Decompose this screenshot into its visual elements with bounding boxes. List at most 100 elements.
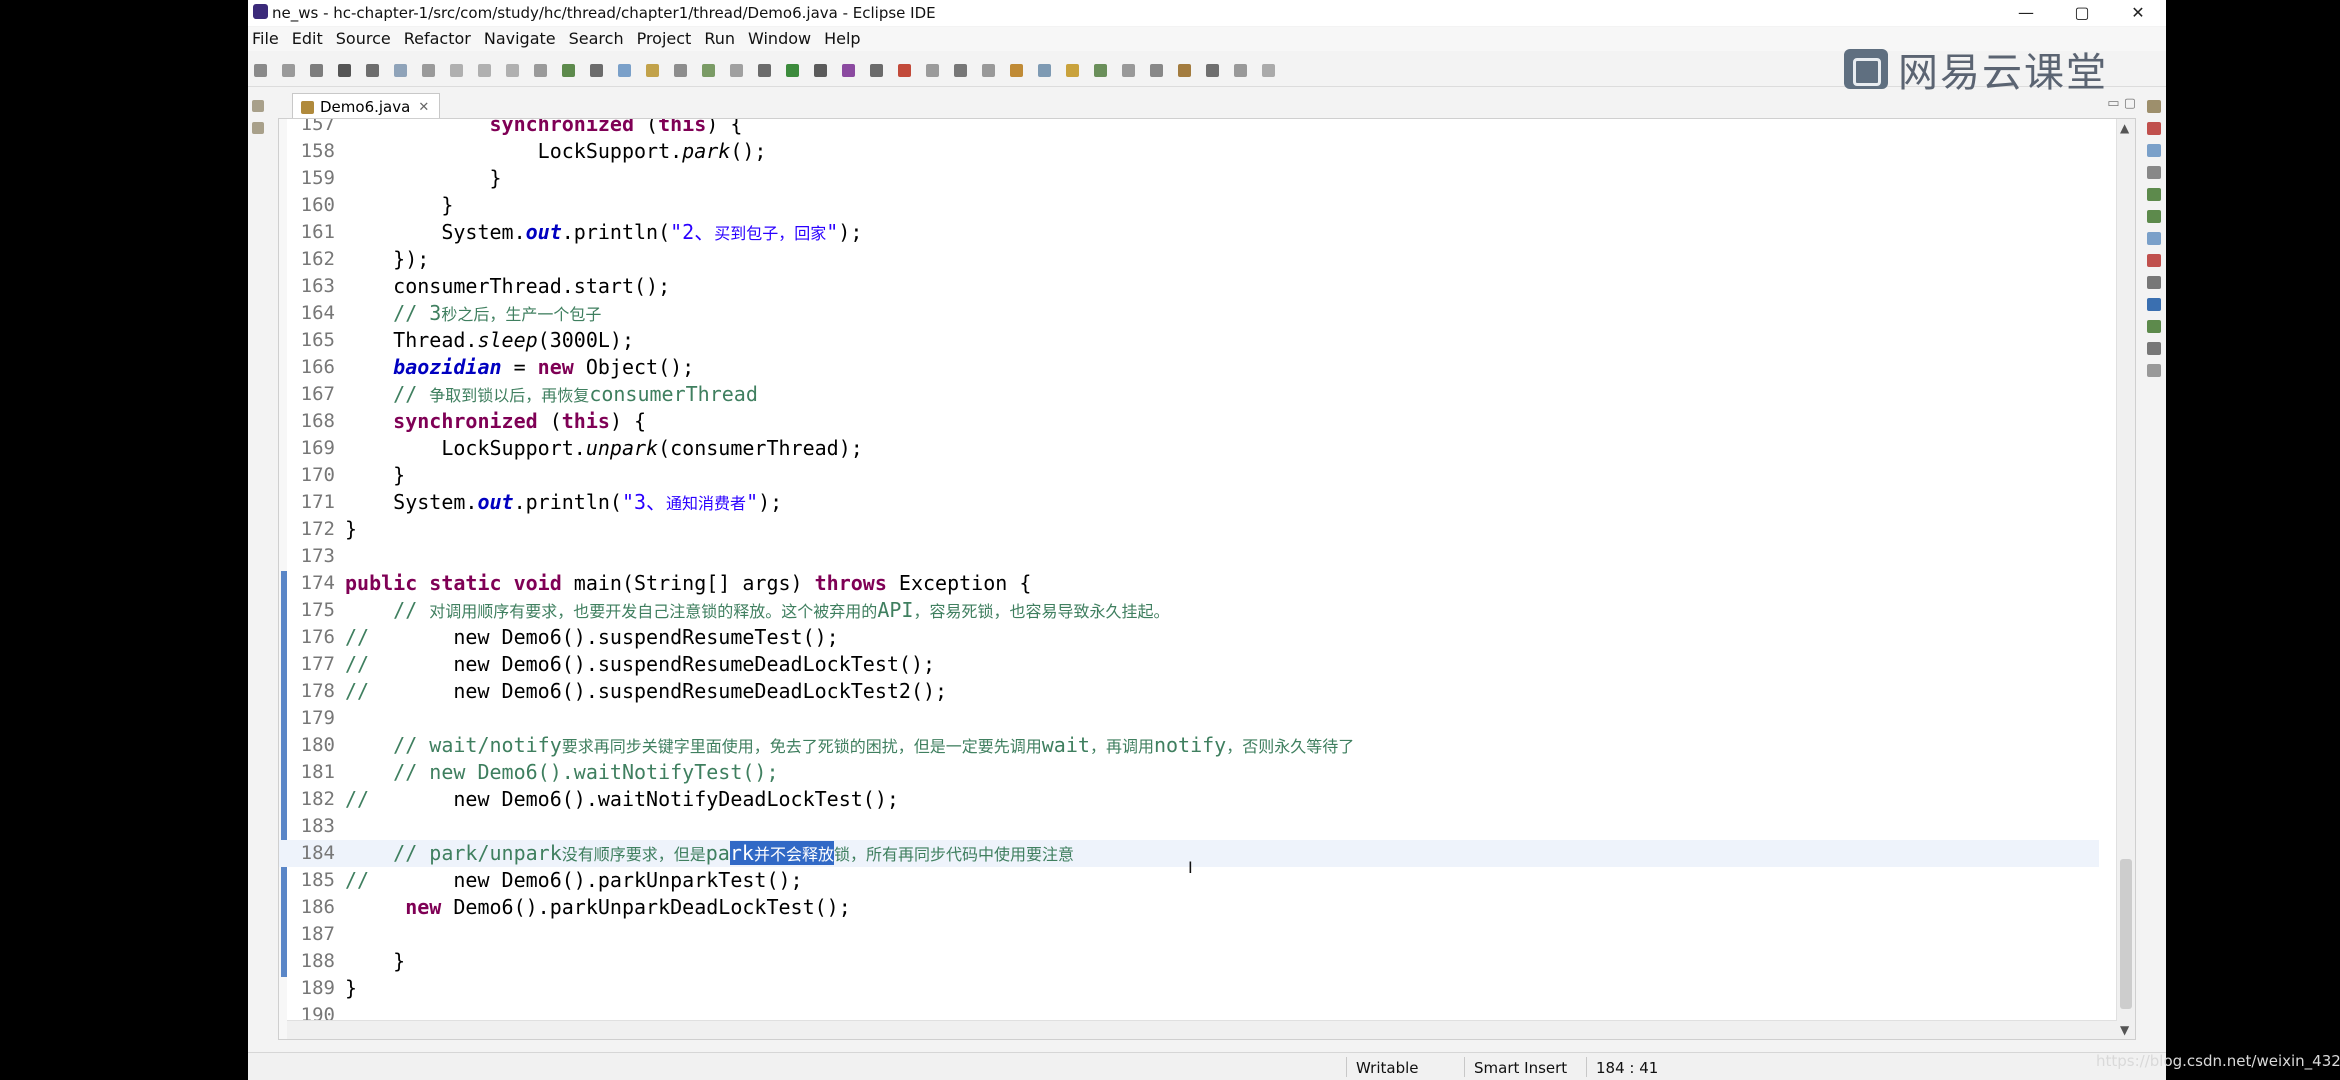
editor-minmax-controls[interactable]: ▭ ▢	[2107, 96, 2136, 111]
code-line-162[interactable]: 162 });	[279, 246, 2099, 273]
toolbar-icon[interactable]	[842, 64, 855, 77]
view-shortcut-icon[interactable]	[2147, 320, 2161, 333]
code-line-163[interactable]: 163 consumerThread.start();	[279, 273, 2099, 300]
code-line-178[interactable]: 178 // new Demo6().suspendResumeDeadLockT…	[279, 678, 2099, 705]
menu-search[interactable]: Search	[569, 27, 624, 51]
toolbar-icon[interactable]	[1234, 64, 1247, 77]
code-line-175[interactable]: 175 // 对调用顺序有要求，也要开发自己注意锁的释放。这个被弃用的API，容…	[279, 597, 2099, 624]
toolbar-icon[interactable]	[926, 64, 939, 77]
toolbar-icon[interactable]	[1094, 64, 1107, 77]
view-shortcut-icon[interactable]	[2147, 100, 2161, 113]
menu-run[interactable]: Run	[704, 27, 735, 51]
view-shortcut-icon[interactable]	[2147, 144, 2161, 157]
code-line-165[interactable]: 165 Thread.sleep(3000L);	[279, 327, 2099, 354]
view-shortcut-icon[interactable]	[2147, 122, 2161, 135]
toolbar-icon[interactable]	[1206, 64, 1219, 77]
view-shortcut-icon[interactable]	[2147, 166, 2161, 179]
toolbar-icon[interactable]	[310, 64, 323, 77]
toolbar-icon[interactable]	[338, 64, 351, 77]
close-button[interactable]: ✕	[2110, 0, 2166, 26]
toolbar-icon[interactable]	[814, 64, 827, 77]
code-line-168[interactable]: 168 synchronized (this) {	[279, 408, 2099, 435]
code-line-183[interactable]: 183	[279, 813, 2099, 840]
code-line-159[interactable]: 159 }	[279, 165, 2099, 192]
view-shortcut-icon[interactable]	[2147, 342, 2161, 355]
toolbar-icon[interactable]	[1010, 64, 1023, 77]
toolbar-icon[interactable]	[1178, 64, 1191, 77]
code-line-161[interactable]: 161 System.out.println("2、买到包子，回家");	[279, 219, 2099, 246]
toolbar-icon[interactable]	[982, 64, 995, 77]
toolbar-icon[interactable]	[562, 64, 575, 77]
horizontal-scrollbar[interactable]	[287, 1020, 2117, 1039]
menu-edit[interactable]: Edit	[292, 27, 323, 51]
code-line-189[interactable]: 189}	[279, 975, 2099, 1002]
code-line-164[interactable]: 164 // 3秒之后，生产一个包子	[279, 300, 2099, 327]
code-line-186[interactable]: 186 new Demo6().parkUnparkDeadLockTest()…	[279, 894, 2099, 921]
maximize-button[interactable]: ▢	[2054, 0, 2110, 26]
code-line-171[interactable]: 171 System.out.println("3、通知消费者");	[279, 489, 2099, 516]
code-line-187[interactable]: 187	[279, 921, 2099, 948]
menu-file[interactable]: File	[252, 27, 279, 51]
toolbar-icon[interactable]	[758, 64, 771, 77]
package-explorer-icon[interactable]	[252, 100, 264, 112]
toolbar-icon[interactable]	[730, 64, 743, 77]
toolbar-icon[interactable]	[590, 64, 603, 77]
toolbar-icon[interactable]	[1066, 64, 1079, 77]
scrollbar-thumb[interactable]	[2120, 859, 2132, 1009]
code-line-174[interactable]: 174 public static void main(String[] args…	[279, 570, 2099, 597]
code-editor[interactable]: 157 synchronized (this) {158 LockSupport…	[278, 118, 2136, 1040]
code-line-173[interactable]: 173	[279, 543, 2099, 570]
toolbar-icon[interactable]	[422, 64, 435, 77]
code-line-181[interactable]: 181 // new Demo6().waitNotifyTest();	[279, 759, 2099, 786]
code-line-169[interactable]: 169 LockSupport.unpark(consumerThread);	[279, 435, 2099, 462]
toolbar-icon[interactable]	[870, 64, 883, 77]
view-shortcut-icon[interactable]	[2147, 188, 2161, 201]
menu-project[interactable]: Project	[637, 27, 692, 51]
scroll-down-icon[interactable]: ▼	[2120, 1023, 2129, 1037]
toolbar-icon[interactable]	[534, 64, 547, 77]
minimize-button[interactable]: —	[1998, 0, 2054, 26]
code-line-180[interactable]: 180 // wait/notify要求再同步关键字里面使用，免去了死锁的困扰，…	[279, 732, 2099, 759]
menu-refactor[interactable]: Refactor	[404, 27, 471, 51]
code-line-182[interactable]: 182 // new Demo6().waitNotifyDeadLockTest…	[279, 786, 2099, 813]
code-line-160[interactable]: 160 }	[279, 192, 2099, 219]
view-shortcut-icon[interactable]	[2147, 254, 2161, 267]
editor-tab-demo6[interactable]: Demo6.java ✕	[292, 93, 441, 120]
toolbar-icon[interactable]	[366, 64, 379, 77]
close-tab-icon[interactable]: ✕	[418, 100, 429, 115]
code-line-167[interactable]: 167 // 争取到锁以后，再恢复consumerThread	[279, 381, 2099, 408]
view-shortcut-icon[interactable]	[2147, 232, 2161, 245]
scroll-up-icon[interactable]: ▲	[2120, 121, 2129, 135]
menu-source[interactable]: Source	[336, 27, 391, 51]
view-shortcut-icon[interactable]	[2147, 298, 2161, 311]
toolbar-icon[interactable]	[1262, 64, 1275, 77]
toolbar-icon[interactable]	[898, 64, 911, 77]
menu-navigate[interactable]: Navigate	[484, 27, 556, 51]
toolbar-icon[interactable]	[1150, 64, 1163, 77]
code-line-157[interactable]: 157 synchronized (this) {	[279, 119, 2099, 138]
toolbar-icon[interactable]	[786, 64, 799, 77]
toolbar-icon[interactable]	[394, 64, 407, 77]
toolbar-icon[interactable]	[674, 64, 687, 77]
toolbar-icon[interactable]	[478, 64, 491, 77]
toolbar-icon[interactable]	[450, 64, 463, 77]
outline-icon[interactable]	[252, 122, 264, 134]
toolbar-icon[interactable]	[1122, 64, 1135, 77]
code-line-166[interactable]: 166 baozidian = new Object();	[279, 354, 2099, 381]
toolbar-icon[interactable]	[702, 64, 715, 77]
vertical-scrollbar[interactable]: ▲ ▼	[2116, 119, 2135, 1039]
toolbar-icon[interactable]	[646, 64, 659, 77]
toolbar-icon[interactable]	[254, 64, 267, 77]
view-shortcut-icon[interactable]	[2147, 364, 2161, 377]
menu-help[interactable]: Help	[824, 27, 860, 51]
code-line-158[interactable]: 158 LockSupport.park();	[279, 138, 2099, 165]
view-shortcut-icon[interactable]	[2147, 210, 2161, 223]
code-line-188[interactable]: 188 }	[279, 948, 2099, 975]
menu-window[interactable]: Window	[748, 27, 811, 51]
toolbar-icon[interactable]	[954, 64, 967, 77]
view-shortcut-icon[interactable]	[2147, 276, 2161, 289]
code-line-176[interactable]: 176 // new Demo6().suspendResumeTest();	[279, 624, 2099, 651]
toolbar-icon[interactable]	[618, 64, 631, 77]
toolbar-icon[interactable]	[506, 64, 519, 77]
toolbar-icon[interactable]	[282, 64, 295, 77]
